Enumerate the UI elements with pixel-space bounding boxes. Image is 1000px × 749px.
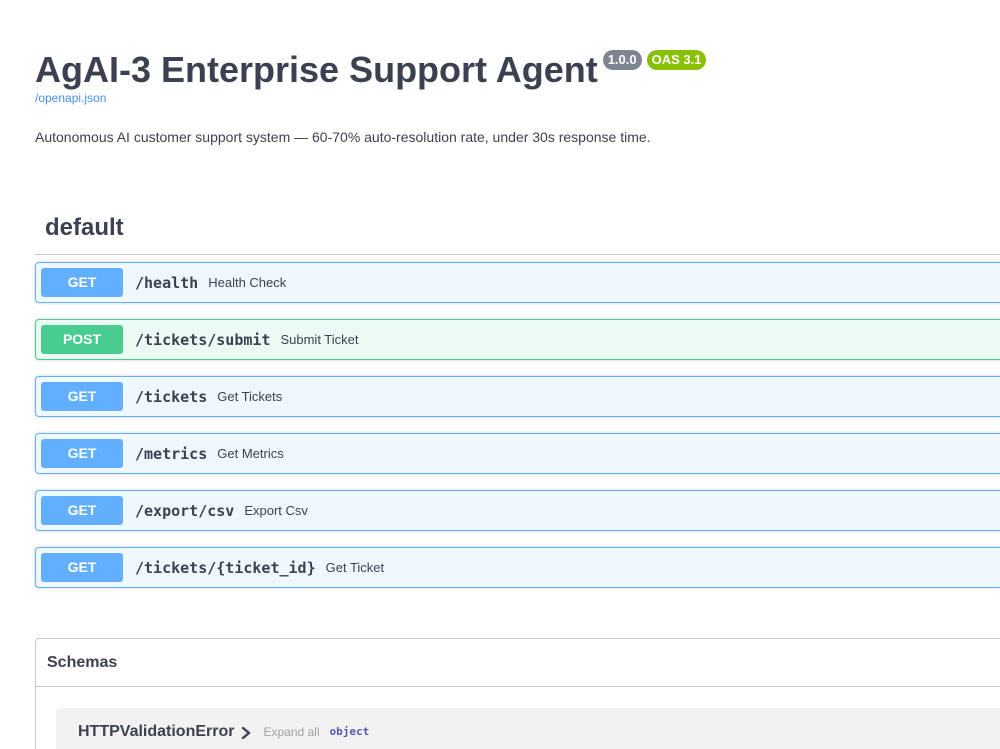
tag-header[interactable]: default (35, 202, 1000, 255)
api-description: Autonomous AI customer support system — … (35, 129, 651, 145)
operation-path: /health (135, 273, 199, 292)
model-row[interactable]: HTTPValidationError Expand all object (78, 708, 369, 749)
version-badge: 1.0.0 (602, 50, 642, 70)
operation-health[interactable]: GET /health Health Check (35, 262, 1000, 303)
operation-summary: Get Ticket (325, 560, 385, 575)
tag-name: default (45, 214, 124, 241)
operation-tickets-submit[interactable]: POST /tickets/submit Submit Ticket (35, 319, 1000, 360)
operation-export-csv[interactable]: GET /export/csv Export Csv (35, 490, 1000, 531)
operation-summary: Export Csv (244, 503, 308, 518)
title-row: AgAI-3 Enterprise Support Agent 1.0.0 OA… (35, 46, 975, 94)
method-badge: POST (41, 325, 123, 354)
operation-summary: Submit Ticket (280, 332, 359, 347)
tag-section-default: default GET /health Health Check POST /t… (35, 202, 1000, 604)
model-type: object (329, 725, 370, 738)
api-info: AgAI-3 Enterprise Support Agent 1.0.0 OA… (35, 46, 975, 145)
schemas-title: Schemas (47, 653, 118, 671)
operation-summary: Get Tickets (217, 389, 283, 404)
operation-ticket-by-id[interactable]: GET /tickets/{ticket_id} Get Ticket (35, 547, 1000, 588)
method-badge: GET (41, 268, 123, 297)
operation-metrics[interactable]: GET /metrics Get Metrics (35, 433, 1000, 474)
method-badge: GET (41, 382, 123, 411)
operation-path: /tickets/submit (135, 330, 271, 349)
oas-badge: OAS 3.1 (646, 50, 707, 70)
swagger-ui-page: AgAI-3 Enterprise Support Agent 1.0.0 OA… (0, 0, 1000, 749)
api-title: AgAI-3 Enterprise Support Agent (35, 49, 598, 90)
operation-tickets[interactable]: GET /tickets Get Tickets (35, 376, 1000, 417)
version-badges: 1.0.0 OAS 3.1 (602, 50, 712, 70)
model-container: HTTPValidationError Expand all object (56, 708, 1000, 749)
operation-path: /tickets/{ticket_id} (135, 558, 316, 577)
method-badge: GET (41, 439, 123, 468)
schemas-header[interactable]: Schemas (36, 639, 1000, 687)
operation-summary: Health Check (208, 275, 287, 290)
chevron-right-icon[interactable] (241, 726, 251, 739)
operation-path: /metrics (135, 444, 208, 463)
schemas-section: Schemas HTTPValidationError Expand all o… (35, 638, 1000, 749)
expand-all-button[interactable]: Expand all (263, 725, 319, 739)
operation-path: /export/csv (135, 501, 235, 520)
method-badge: GET (41, 553, 123, 582)
operation-path: /tickets (135, 387, 208, 406)
operation-summary: Get Metrics (217, 446, 284, 461)
model-name: HTTPValidationError (78, 722, 235, 740)
method-badge: GET (41, 496, 123, 525)
